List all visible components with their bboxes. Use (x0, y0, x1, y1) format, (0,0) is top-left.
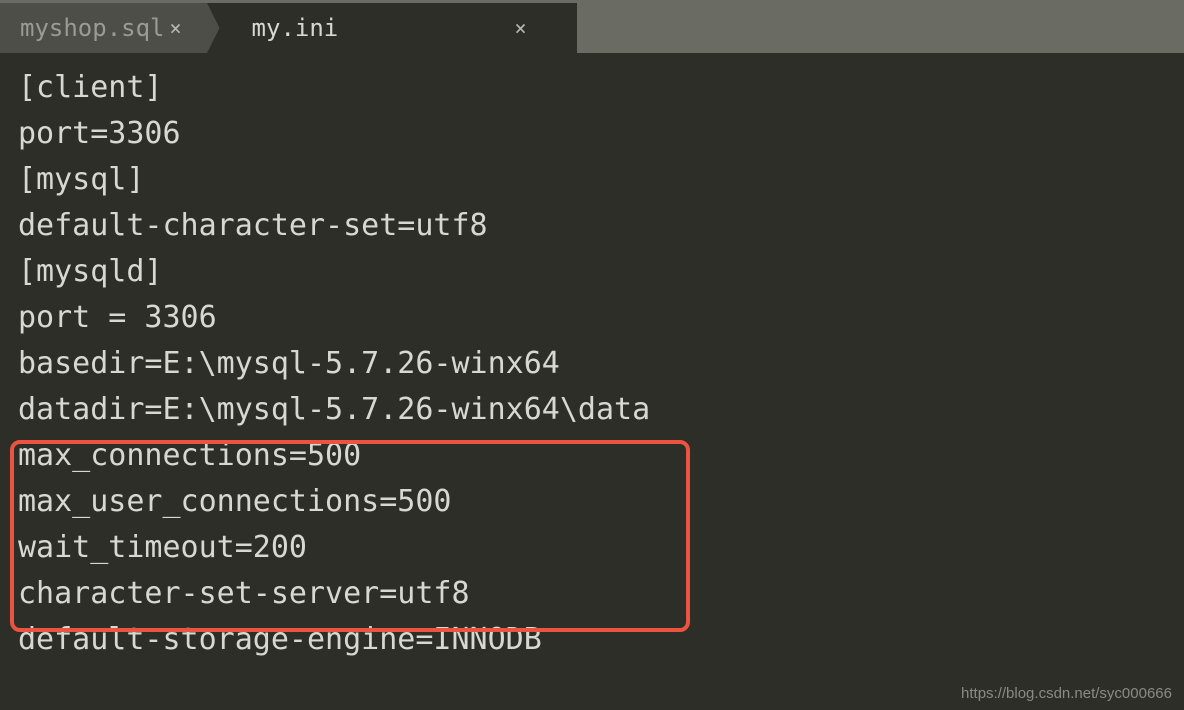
code-line: port=3306 (18, 111, 1166, 157)
code-line: datadir=E:\mysql-5.7.26-winx64\data (18, 387, 1166, 433)
code-line: [client] (18, 65, 1166, 111)
code-line: [mysqld] (18, 249, 1166, 295)
tab-my-ini[interactable]: my.ini × (232, 3, 552, 53)
code-line: max_user_connections=500 (18, 479, 1166, 525)
watermark: https://blog.csdn.net/syc000666 (961, 685, 1172, 702)
code-line: port = 3306 (18, 295, 1166, 341)
code-line: character-set-server=utf8 (18, 571, 1166, 617)
close-icon[interactable]: × (165, 16, 187, 40)
code-line: basedir=E:\mysql-5.7.26-winx64 (18, 341, 1166, 387)
code-line: default-character-set=utf8 (18, 203, 1166, 249)
tab-bar-rest (577, 3, 1184, 53)
tab-myshop-sql[interactable]: myshop.sql × (0, 3, 207, 53)
code-line: [mysql] (18, 157, 1166, 203)
tab-label: myshop.sql (20, 14, 165, 42)
code-line: default-storage-engine=INNODB (18, 617, 1166, 663)
code-line: max_connections=500 (18, 433, 1166, 479)
editor-area[interactable]: [client] port=3306 [mysql] default-chara… (0, 53, 1184, 675)
code-line: wait_timeout=200 (18, 525, 1166, 571)
tab-label: my.ini (252, 14, 510, 42)
close-icon[interactable]: × (510, 16, 532, 40)
tab-bar: myshop.sql × my.ini × (0, 3, 1184, 53)
